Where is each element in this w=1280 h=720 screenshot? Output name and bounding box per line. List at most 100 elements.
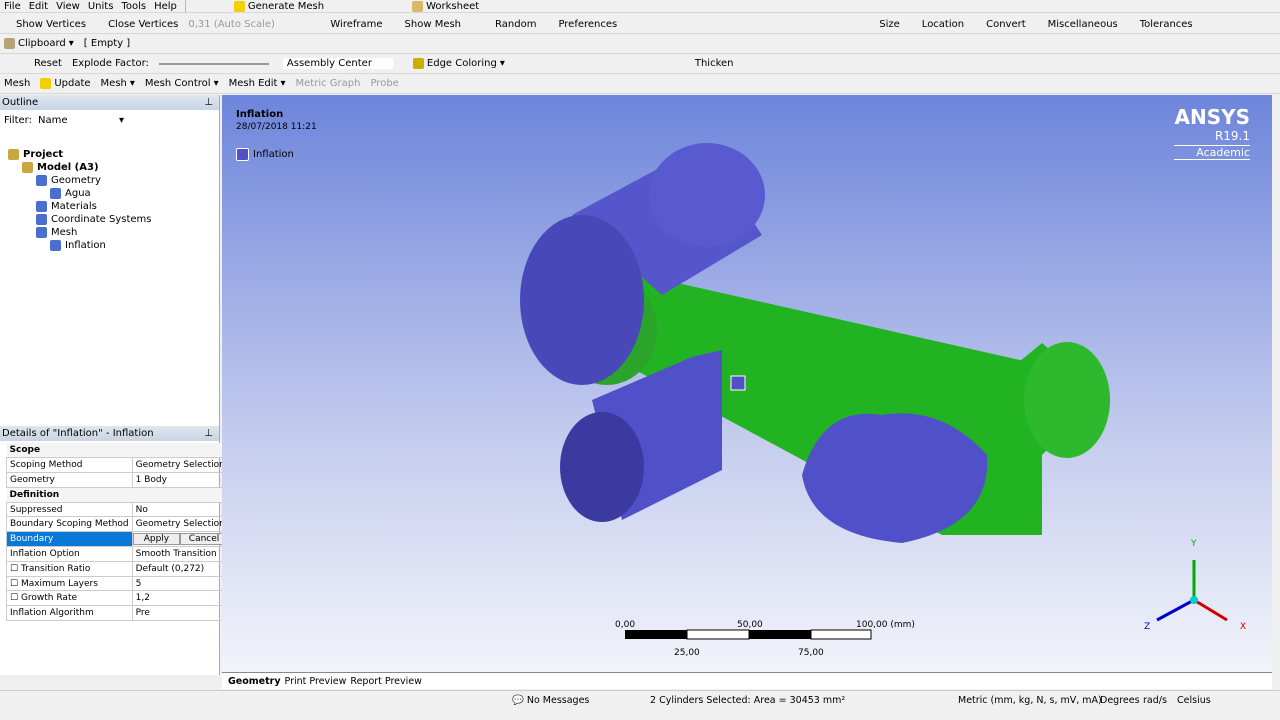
assembly-center-dropdown[interactable]: Assembly Center xyxy=(282,58,393,69)
outline-title: Outline xyxy=(2,97,39,108)
details-header: Details of "Inflation" - Inflation ⊥ xyxy=(0,426,219,441)
location-button[interactable]: Location xyxy=(910,19,964,30)
cancel-button[interactable]: Cancel xyxy=(180,533,228,546)
axis-x-label: X xyxy=(1240,622,1246,632)
outline-toolbar xyxy=(0,130,219,148)
blue-pipe-bottom-end xyxy=(560,412,644,522)
probe-button[interactable]: Probe xyxy=(370,78,398,89)
temp-status[interactable]: Celsius xyxy=(1177,695,1211,706)
menu-edit[interactable]: Edit xyxy=(29,1,48,12)
pin-icon[interactable]: ⊥ xyxy=(204,426,213,441)
tree-item[interactable]: Agua xyxy=(8,187,219,200)
prop-value[interactable]: Geometry Selection xyxy=(131,457,229,474)
scale-dropdown[interactable]: 0,31 (Auto Scale) xyxy=(188,19,308,30)
clipboard-toolbar: Clipboard ▾ [ Empty ] xyxy=(0,34,1280,54)
blue-pipe-top-end xyxy=(649,143,765,247)
prop-label: Geometry xyxy=(6,472,133,488)
prop-value[interactable]: No xyxy=(131,501,229,518)
tree-item[interactable]: Project xyxy=(8,148,219,161)
prop-label: ☐ Growth Rate xyxy=(6,590,133,607)
scale-tick: 50,00 xyxy=(737,620,763,630)
tree-item-label: Project xyxy=(23,149,64,160)
prop-value[interactable]: Pre xyxy=(131,605,229,622)
prop-label: Suppressed xyxy=(6,501,133,518)
graphics-viewport[interactable]: Inflation 28/07/2018 11:21 Inflation ANS… xyxy=(222,95,1272,672)
tree-item-label: Mesh xyxy=(51,227,78,238)
axis-z-label: Z xyxy=(1144,622,1150,632)
tab-print-preview[interactable]: Print Preview xyxy=(285,676,347,687)
show-mesh-button[interactable]: Show Mesh xyxy=(393,19,462,30)
clipboard-button[interactable]: Clipboard ▾ xyxy=(4,38,74,49)
details-table: Scope Scoping Method Geometry Selection G… xyxy=(6,443,229,622)
tree-item[interactable]: Mesh xyxy=(8,226,219,239)
edge-coloring-button[interactable]: Edge Coloring ▾ xyxy=(412,58,505,69)
update-button[interactable]: Update xyxy=(40,78,91,89)
menu-tools[interactable]: Tools xyxy=(121,1,146,12)
transition-ratio-label: Transition Ratio xyxy=(20,563,91,574)
boundary-label[interactable]: Boundary xyxy=(6,531,133,548)
lightning-icon xyxy=(40,78,52,89)
worksheet-button[interactable]: Worksheet xyxy=(412,0,479,12)
rate-status[interactable]: rad/s xyxy=(1143,695,1167,706)
explode-factor-label: Explode Factor: xyxy=(71,58,149,69)
show-vertices-button[interactable]: Show Vertices xyxy=(4,19,86,30)
definition-section[interactable]: Definition xyxy=(6,487,229,503)
mesh-label: Mesh xyxy=(4,78,31,89)
tolerances-button[interactable]: Tolerances xyxy=(1128,19,1193,30)
prop-value[interactable]: 1,2 xyxy=(131,590,229,607)
tab-geometry[interactable]: Geometry xyxy=(228,676,281,687)
tree-item[interactable]: Model (A3) xyxy=(8,161,219,174)
prop-value[interactable]: 1 Body xyxy=(131,472,229,488)
tab-report-preview[interactable]: Report Preview xyxy=(350,676,422,687)
clipboard-icon xyxy=(4,38,15,49)
prop-value[interactable]: Smooth Transition xyxy=(131,546,229,562)
model-view[interactable]: 0,00 50,00 100,00 (mm) 25,00 75,00 Y Z X xyxy=(222,95,1272,672)
units-status[interactable]: Metric (mm, kg, N, s, mV, mA) xyxy=(958,695,1102,706)
scale-bar: 0,00 50,00 100,00 (mm) 25,00 75,00 xyxy=(615,620,915,658)
menu-units[interactable]: Units xyxy=(88,1,114,12)
menu-view[interactable]: View xyxy=(56,1,80,12)
triad[interactable]: Y Z X xyxy=(1144,539,1246,632)
convert-button[interactable]: Convert xyxy=(974,19,1026,30)
mesh-edit-dropdown[interactable]: Mesh Edit ▾ xyxy=(229,78,286,89)
prop-value[interactable]: Default (0,272) xyxy=(131,560,229,577)
filter-dropdown[interactable]: Name xyxy=(38,115,113,126)
apply-button[interactable]: Apply xyxy=(132,533,181,546)
generate-mesh-button[interactable]: Generate Mesh xyxy=(233,0,324,12)
messages-status[interactable]: 💬 No Messages xyxy=(512,695,589,706)
filter-label: Filter: xyxy=(4,114,32,126)
explode-toolbar: Reset Explode Factor: Assembly Center Ed… xyxy=(0,54,1280,74)
prop-value[interactable]: Geometry Selection xyxy=(131,516,229,533)
model-geometry[interactable] xyxy=(520,143,1110,543)
menu-file[interactable]: File xyxy=(4,1,21,12)
selection-marker xyxy=(730,375,746,391)
tree-item[interactable]: Inflation xyxy=(8,239,219,252)
angle-status[interactable]: Degrees xyxy=(1100,695,1140,706)
mesh-dropdown[interactable]: Mesh ▾ xyxy=(101,78,135,89)
prop-value[interactable]: 5 xyxy=(131,575,229,592)
tree-node-icon xyxy=(36,226,47,238)
prop-label: Scoping Method xyxy=(6,457,133,474)
preferences-button[interactable]: Preferences xyxy=(546,19,617,30)
thicken-button[interactable]: Thicken xyxy=(695,58,734,69)
tree-item[interactable]: Coordinate Systems xyxy=(8,213,219,226)
reset-button[interactable]: Reset xyxy=(4,58,62,69)
pin-icon[interactable]: ⊥ xyxy=(204,95,213,110)
metric-graph-button[interactable]: Metric Graph xyxy=(296,78,361,89)
wireframe-button[interactable]: Wireframe xyxy=(318,19,382,30)
explode-slider[interactable] xyxy=(158,62,269,65)
mesh-control-dropdown[interactable]: Mesh Control ▾ xyxy=(145,78,219,89)
graphics-toolbar: Show Vertices Close Vertices 0,31 (Auto … xyxy=(0,15,1280,34)
worksheet-icon xyxy=(412,0,424,12)
prop-label: ☐ Maximum Layers xyxy=(6,575,133,592)
scope-section[interactable]: Scope xyxy=(6,443,229,458)
menu-help[interactable]: Help xyxy=(154,1,177,12)
tree-item[interactable]: Geometry xyxy=(8,174,219,187)
close-vertices-button[interactable]: Close Vertices xyxy=(96,19,178,30)
outline-tree: Project Model (A3) Geometry Agua Materials Co… xyxy=(0,148,219,252)
size-button[interactable]: Size xyxy=(867,19,900,30)
random-button[interactable]: Random xyxy=(471,19,536,30)
miscellaneous-button[interactable]: Miscellaneous xyxy=(1036,19,1118,30)
tree-item[interactable]: Materials xyxy=(8,200,219,213)
tree-node-icon xyxy=(22,161,33,173)
